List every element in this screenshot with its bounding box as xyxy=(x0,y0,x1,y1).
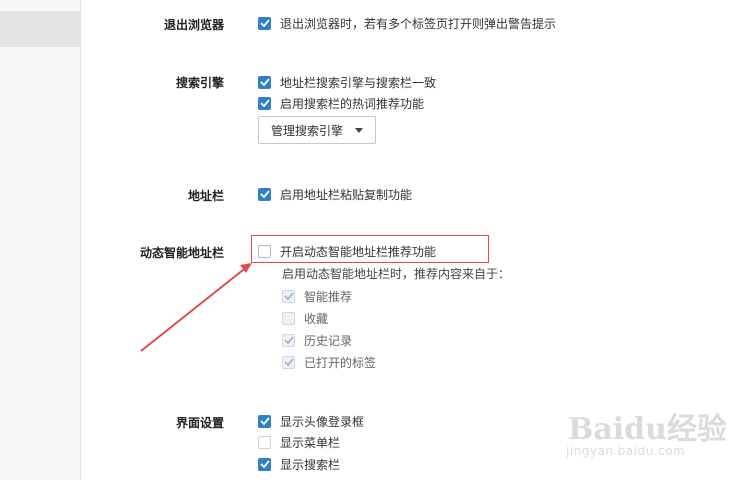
option-show-menubar[interactable]: 显示菜单栏 xyxy=(258,434,340,450)
option-label: 显示头像登录框 xyxy=(280,414,365,429)
option-exit-warning[interactable]: 退出浏览器时，若有多个标签页打开则弹出警告提示 xyxy=(258,15,556,31)
option-label: 显示菜单栏 xyxy=(280,435,341,450)
option-label: 地址栏搜索引擎与搜索栏一致 xyxy=(280,75,437,90)
option-source-history[interactable]: 历史记录 xyxy=(282,332,352,348)
option-show-avatar[interactable]: 显示头像登录框 xyxy=(258,413,364,429)
option-show-searchbar[interactable]: 显示搜索栏 xyxy=(258,456,340,472)
smart-hint-text: 启用动态智能地址栏时，推荐内容来自于： xyxy=(282,267,511,281)
baidu-watermark: Baidu经验 jingyan.baidu.com xyxy=(562,398,732,466)
checkbox-show-searchbar[interactable] xyxy=(258,457,271,471)
option-label: 开启动态智能地址栏推荐功能 xyxy=(280,244,437,259)
manage-search-engine-label: 管理搜索引擎 xyxy=(271,123,344,138)
checkbox-paste-copy[interactable] xyxy=(258,187,271,201)
option-label: 退出浏览器时，若有多个标签页打开则弹出警告提示 xyxy=(280,16,557,31)
section-label-ui: 界面设置 xyxy=(175,416,224,430)
settings-sidebar xyxy=(0,0,81,480)
checkbox-source-smart[interactable] xyxy=(282,289,295,303)
checkbox-search-sync[interactable] xyxy=(258,75,271,89)
watermark-logo-text: Baidu经验 xyxy=(568,412,727,447)
checkbox-source-favorites[interactable] xyxy=(282,311,295,325)
checkbox-show-menubar[interactable] xyxy=(258,435,271,449)
checkbox-source-history[interactable] xyxy=(282,333,295,347)
section-label-smart: 动态智能地址栏 xyxy=(139,246,224,260)
manage-search-engine-button[interactable]: 管理搜索引擎 xyxy=(258,116,376,144)
option-label: 启用搜索栏的热词推荐功能 xyxy=(280,96,425,111)
watermark-url-text: jingyan.baidu.com xyxy=(566,444,686,458)
checkbox-smart-addressbar[interactable] xyxy=(258,244,271,258)
checkbox-exit-warning[interactable] xyxy=(258,16,271,30)
option-label: 显示搜索栏 xyxy=(280,457,341,472)
option-source-smart[interactable]: 智能推荐 xyxy=(282,288,352,304)
option-label: 历史记录 xyxy=(304,333,353,348)
section-label-exit: 退出浏览器 xyxy=(163,18,224,32)
option-label: 收藏 xyxy=(304,311,329,326)
checkbox-show-avatar[interactable] xyxy=(258,414,271,428)
section-label-search: 搜索引擎 xyxy=(175,76,224,90)
option-source-favorites[interactable]: 收藏 xyxy=(282,310,328,326)
checkbox-hot-words[interactable] xyxy=(258,96,271,110)
option-search-sync[interactable]: 地址栏搜索引擎与搜索栏一致 xyxy=(258,74,436,90)
section-label-addressbar: 地址栏 xyxy=(187,189,224,203)
option-paste-copy[interactable]: 启用地址栏粘贴复制功能 xyxy=(258,186,412,202)
sidebar-item-active[interactable] xyxy=(0,11,80,47)
option-source-open-tabs[interactable]: 已打开的标签 xyxy=(282,354,376,370)
option-label: 启用地址栏粘贴复制功能 xyxy=(280,187,413,202)
option-hot-words[interactable]: 启用搜索栏的热词推荐功能 xyxy=(258,95,424,111)
option-label: 智能推荐 xyxy=(304,289,353,304)
option-smart-addressbar[interactable]: 开启动态智能地址栏推荐功能 xyxy=(258,243,436,259)
option-label: 已打开的标签 xyxy=(304,355,377,370)
chevron-down-icon xyxy=(355,128,363,133)
checkbox-source-open-tabs[interactable] xyxy=(282,355,295,369)
